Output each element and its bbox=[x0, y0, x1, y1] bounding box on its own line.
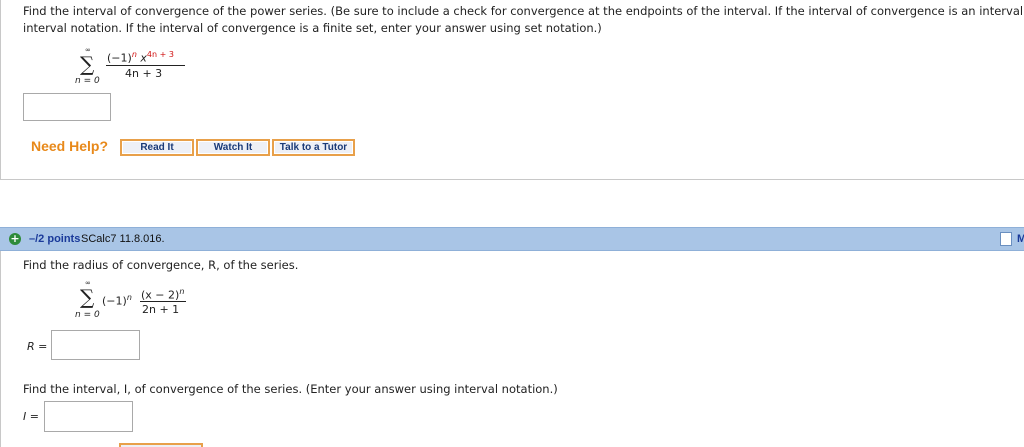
i-label: I = bbox=[23, 410, 39, 423]
interval-input[interactable] bbox=[44, 401, 133, 432]
points-label: –/2 points bbox=[29, 233, 81, 245]
question-2-header: + –/2 points SCalc7 11.8.016. M bbox=[0, 227, 1024, 251]
question-source: SCalc7 11.8.016. bbox=[81, 233, 165, 245]
read-it-button[interactable]: Read It bbox=[120, 139, 194, 156]
numerator-exponent: n bbox=[179, 287, 185, 296]
sum-lower-limit: n = 0 bbox=[75, 310, 100, 320]
sum-lower-limit: n = 0 bbox=[75, 76, 100, 86]
question-1-instruction-line-1: Find the interval of convergence of the … bbox=[23, 4, 1024, 18]
question-1-instruction-line-2: interval notation. If the interval of co… bbox=[23, 21, 602, 35]
partial-help-button[interactable] bbox=[119, 443, 203, 447]
question-2-panel: Find the radius of convergence, R, of th… bbox=[0, 251, 1024, 447]
radius-prompt: Find the radius of convergence, R, of th… bbox=[23, 258, 299, 272]
question-1-answer-input[interactable] bbox=[23, 93, 111, 121]
interval-prompt: Find the interval, I, of convergence of … bbox=[23, 382, 558, 396]
factor-base: (−1) bbox=[102, 294, 127, 308]
fraction-bar bbox=[106, 65, 185, 66]
header-right-label[interactable]: M bbox=[1017, 233, 1024, 245]
series-denominator: 4n + 3 bbox=[125, 67, 163, 80]
note-icon[interactable] bbox=[1000, 232, 1012, 246]
radius-input[interactable] bbox=[51, 330, 140, 360]
numerator-base: (−1) bbox=[107, 51, 132, 65]
sigma-symbol: ∑ bbox=[80, 285, 95, 309]
sigma-symbol: ∑ bbox=[80, 52, 95, 76]
series-numerator: (x − 2)n bbox=[141, 287, 184, 302]
series-factor: (−1)n bbox=[102, 293, 132, 308]
watch-it-button[interactable]: Watch It bbox=[196, 139, 270, 156]
numerator-text: (x − 2) bbox=[141, 288, 180, 302]
talk-to-tutor-button[interactable]: Talk to a Tutor bbox=[272, 139, 355, 156]
question-1-panel: Find the interval of convergence of the … bbox=[0, 0, 1024, 180]
series-numerator: (−1)n x4n + 3 bbox=[107, 50, 174, 65]
factor-exponent: n bbox=[126, 293, 132, 302]
numerator-x-exponent: 4n + 3 bbox=[146, 50, 174, 59]
plus-circle-icon[interactable]: + bbox=[9, 233, 21, 245]
need-help-label: Need Help? bbox=[31, 138, 109, 154]
fraction-bar bbox=[140, 301, 186, 302]
numerator-n-exponent: n bbox=[131, 50, 137, 59]
r-label: R = bbox=[27, 340, 48, 353]
series-denominator: 2n + 1 bbox=[142, 303, 180, 316]
